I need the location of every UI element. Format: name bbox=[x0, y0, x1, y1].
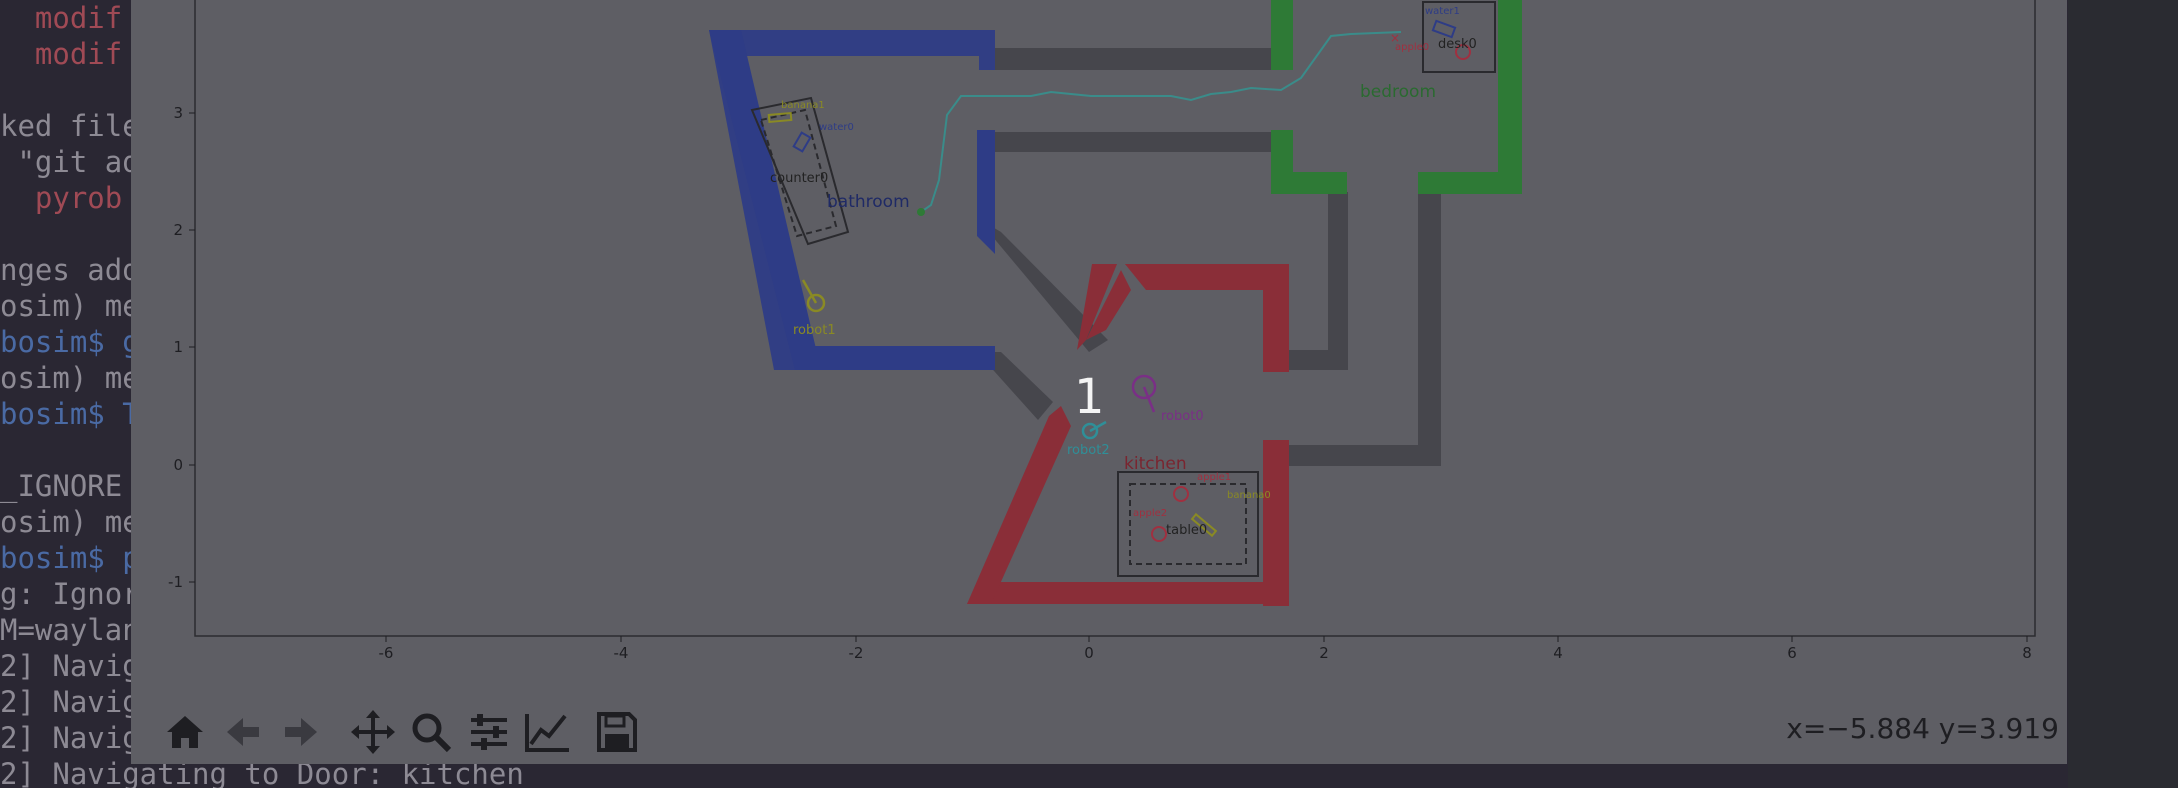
hallway-top bbox=[995, 48, 1271, 70]
terminal-line: bosim$ g bbox=[0, 325, 140, 359]
terminal-line: 2] Navig bbox=[0, 685, 140, 719]
x-tick-label: 8 bbox=[2022, 644, 2032, 662]
terminal-line: "git ad bbox=[0, 145, 140, 179]
object-label-water0: water0 bbox=[819, 122, 854, 133]
forward-icon[interactable] bbox=[275, 706, 327, 758]
zoom-icon[interactable] bbox=[405, 706, 457, 758]
terminal-line: g: Ignor bbox=[0, 577, 140, 611]
x-tick-label: -6 bbox=[379, 644, 394, 662]
terminal-line: modif bbox=[0, 1, 123, 35]
step-number-label: 1 bbox=[1074, 369, 1105, 425]
room-label-bedroom: bedroom bbox=[1360, 82, 1436, 102]
terminal-line: bosim$ T bbox=[0, 397, 140, 431]
save-icon[interactable] bbox=[591, 706, 643, 758]
x-ticks: -6 -4 -2 0 2 4 6 8 bbox=[379, 636, 2032, 662]
terminal-line: _IGNORE bbox=[0, 469, 123, 503]
x-tick-label: 6 bbox=[1787, 644, 1797, 662]
bathroom-wall-bottom bbox=[795, 346, 995, 370]
location-label-desk0: desk0 bbox=[1438, 37, 1477, 52]
robot-label-robot1: robot1 bbox=[793, 323, 836, 338]
navigation-toolbar: x=−5.884 y=3.919 bbox=[131, 700, 2067, 764]
room-label-bathroom: bathroom bbox=[827, 192, 910, 212]
background-window-edge bbox=[2068, 0, 2178, 788]
terminal-line: 2] Navig bbox=[0, 649, 140, 683]
matplotlib-figure-window[interactable]: × bathroom bedroom kitchen counter0 desk… bbox=[131, 0, 2067, 764]
terminal-line: osim) me bbox=[0, 289, 140, 323]
terminal-line: osim) me bbox=[0, 361, 140, 395]
terminal-line: ked file bbox=[0, 109, 140, 143]
y-tick-label: 1 bbox=[173, 338, 183, 356]
terminal-line: modif bbox=[0, 37, 123, 71]
back-icon[interactable] bbox=[217, 706, 269, 758]
x-tick-label: -2 bbox=[849, 644, 864, 662]
bathroom-wall-right bbox=[977, 130, 995, 254]
location-label-table0: table0 bbox=[1166, 523, 1207, 538]
object-label-water1: water1 bbox=[1425, 6, 1460, 17]
y-tick-label: 2 bbox=[173, 221, 183, 239]
cursor-coordinates-readout: x=−5.884 y=3.919 bbox=[1786, 712, 2059, 745]
y-tick-label: 0 bbox=[173, 456, 183, 474]
robot-label-robot0: robot0 bbox=[1161, 409, 1204, 424]
terminal-line: pyrob bbox=[0, 181, 123, 215]
y-tick-label: 3 bbox=[173, 104, 183, 122]
y-ticks: 3 2 1 0 -1 bbox=[168, 104, 195, 591]
x-tick-label: 4 bbox=[1553, 644, 1563, 662]
plot-canvas[interactable]: × bathroom bedroom kitchen counter0 desk… bbox=[131, 0, 2067, 764]
robot-label-robot2: robot2 bbox=[1067, 443, 1110, 458]
home-icon[interactable] bbox=[159, 706, 211, 758]
location-label-counter0: counter0 bbox=[770, 171, 828, 186]
object-label-banana1: banana1 bbox=[781, 100, 825, 111]
object-label-banana0: banana0 bbox=[1227, 490, 1271, 501]
y-tick-label: -1 bbox=[168, 573, 183, 591]
terminal-line: nges add bbox=[0, 253, 140, 287]
terminal-line: M=waylan bbox=[0, 613, 140, 647]
x-tick-label: -4 bbox=[614, 644, 629, 662]
configure-subplots-icon[interactable] bbox=[463, 706, 515, 758]
object-label-apple0: apple0 bbox=[1395, 42, 1429, 53]
x-tick-label: 2 bbox=[1319, 644, 1329, 662]
terminal-line: osim) me bbox=[0, 505, 140, 539]
edit-axis-icon[interactable] bbox=[521, 706, 573, 758]
room-label-kitchen: kitchen bbox=[1124, 454, 1187, 474]
hallway-middle bbox=[995, 132, 1271, 152]
pan-icon[interactable] bbox=[347, 706, 399, 758]
x-tick-label: 0 bbox=[1084, 644, 1094, 662]
object-label-apple2: apple2 bbox=[1133, 508, 1167, 519]
object-label-apple1: apple1 bbox=[1197, 472, 1231, 483]
terminal-line: bosim$ p bbox=[0, 541, 140, 575]
